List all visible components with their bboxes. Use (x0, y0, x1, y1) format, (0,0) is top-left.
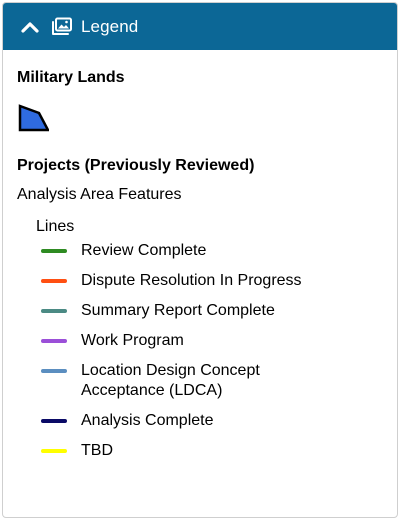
legend-item: Location Design Concept Acceptance (LDCA… (41, 361, 383, 401)
layer-title-projects: Projects (Previously Reviewed) (17, 157, 255, 174)
line-swatch (41, 369, 67, 373)
image-gallery-icon (51, 16, 73, 38)
line-swatch (41, 339, 67, 343)
group-label-lines: Lines (36, 218, 75, 235)
legend-item-label: Summary Report Complete (81, 302, 275, 319)
legend-content: Military Lands Projects (Previously Revi… (3, 50, 397, 461)
legend-panel: Legend Military Lands Projects (Previous… (2, 2, 398, 518)
legend-items: Review Complete Dispute Resolution In Pro… (41, 241, 383, 461)
chevron-up-icon[interactable] (19, 16, 41, 38)
legend-item-label: Analysis Complete (81, 412, 214, 429)
legend-item: Analysis Complete (41, 411, 383, 431)
legend-item-label: Location Design Concept Acceptance (LDCA… (81, 362, 260, 399)
line-swatch (41, 279, 67, 283)
legend-item: Review Complete (41, 241, 383, 261)
legend-item-label: Review Complete (81, 242, 207, 259)
legend-item: Work Program (41, 331, 383, 351)
line-swatch (41, 449, 67, 453)
legend-item-label: Dispute Resolution In Progress (81, 272, 302, 289)
sublayer-analysis-area-features: Analysis Area Features (17, 186, 182, 203)
legend-item: Summary Report Complete (41, 301, 383, 321)
line-swatch (41, 419, 67, 423)
line-swatch (41, 249, 67, 253)
layer-title-military-lands: Military Lands (17, 69, 125, 86)
line-swatch (41, 309, 67, 313)
legend-item: Dispute Resolution In Progress (41, 271, 383, 291)
military-lands-polygon-symbol (17, 102, 51, 134)
legend-item-label: TBD (81, 442, 113, 459)
legend-item: TBD (41, 441, 383, 461)
legend-header[interactable]: Legend (3, 3, 397, 50)
legend-title: Legend (81, 16, 139, 36)
legend-item-label: Work Program (81, 332, 184, 349)
